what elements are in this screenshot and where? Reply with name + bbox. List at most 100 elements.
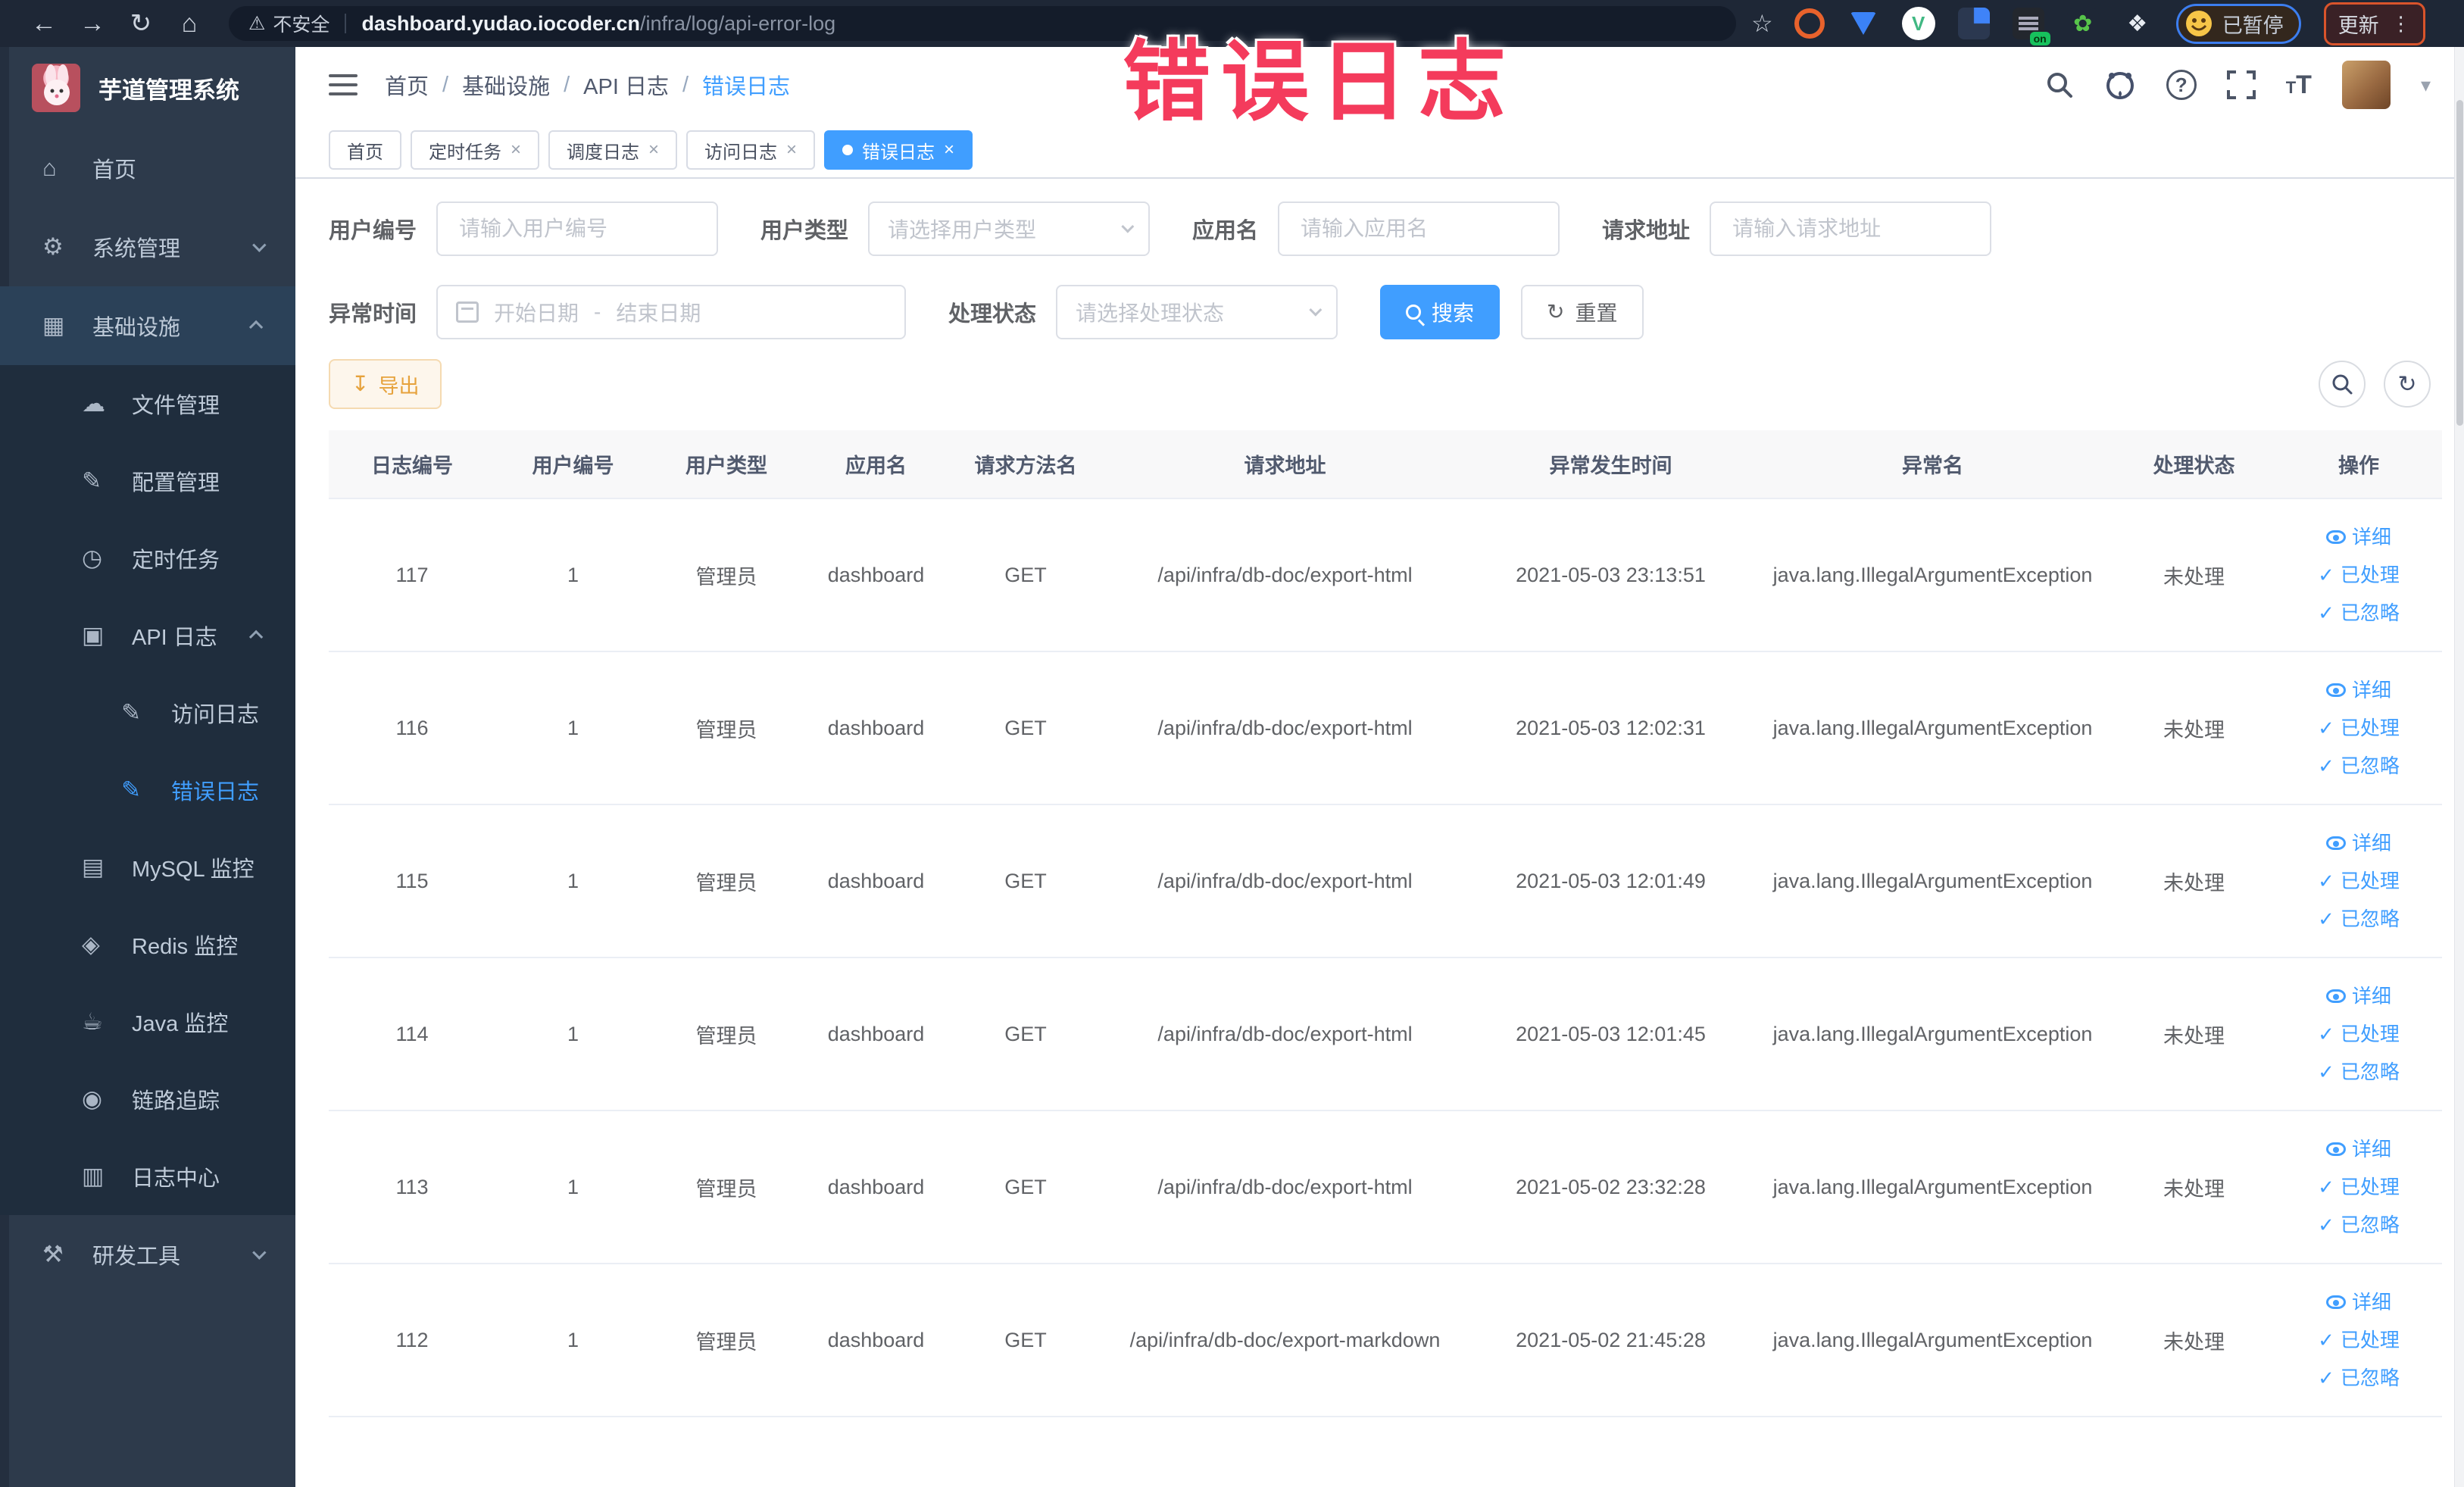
sidebar-item-infrastructure[interactable]: ▦ 基础设施 <box>0 286 295 365</box>
request-url-input[interactable] <box>1710 201 1992 256</box>
browser-menu-icon[interactable]: ⋮ <box>2391 12 2411 36</box>
mark-processed-link[interactable]: ✓ 已处理 <box>2275 1168 2442 1206</box>
detail-link[interactable]: 详细 <box>2275 824 2442 862</box>
scrollbar-thumb[interactable] <box>2456 100 2463 426</box>
browser-home-icon[interactable]: ⌂ <box>165 9 214 39</box>
sidebar-item-error-logs[interactable]: ✎ 错误日志 <box>0 751 295 829</box>
tab-schedule-logs[interactable]: 调度日志 × <box>548 130 678 170</box>
profile-paused-badge[interactable]: 已暂停 <box>2175 3 2301 44</box>
mark-ignored-link[interactable]: ✓ 已忽略 <box>2275 1206 2442 1244</box>
export-button[interactable]: ↧ 导出 <box>329 359 442 409</box>
extension-leaf-icon[interactable]: ✿ <box>2066 8 2099 39</box>
toggle-search-button[interactable] <box>2319 361 2366 408</box>
browser-forward-icon[interactable]: → <box>68 9 117 39</box>
sidebar-item-home[interactable]: ⌂ 首页 <box>0 129 295 208</box>
detail-link[interactable]: 详细 <box>2275 977 2442 1015</box>
search-button[interactable]: 搜索 <box>1380 285 1501 339</box>
sidebar-item-file-management[interactable]: ☁ 文件管理 <box>0 365 295 442</box>
sidebar-item-config-management[interactable]: ✎ 配置管理 <box>0 442 295 520</box>
refresh-table-button[interactable]: ↻ <box>2384 361 2431 408</box>
extension-orange-icon[interactable] <box>1794 8 1825 39</box>
breadcrumb-infrastructure[interactable]: 基础设施 <box>462 69 550 101</box>
sidebar-item-system-management[interactable]: ⚙ 系统管理 <box>0 208 295 286</box>
close-icon[interactable]: × <box>648 139 659 161</box>
github-icon[interactable] <box>2104 70 2136 100</box>
cell-actions: 详细 ✓ 已处理 ✓ 已忽略 <box>2275 498 2442 652</box>
tab-scheduled-tasks[interactable]: 定时任务 × <box>411 130 540 170</box>
sidebar-item-java-monitor[interactable]: ☕ Java 监控 <box>0 983 295 1061</box>
log-document-icon: ▣ <box>82 622 105 648</box>
browser-update-button[interactable]: 更新 ⋮ <box>2323 2 2425 45</box>
user-type-label: 用户类型 <box>760 219 849 243</box>
process-status-select[interactable]: 请选择处理状态 <box>1056 285 1338 339</box>
chevron-up-icon <box>248 629 264 644</box>
sidebar-item-mysql-monitor[interactable]: ▤ MySQL 监控 <box>0 829 295 906</box>
browser-back-icon[interactable]: ← <box>20 9 68 39</box>
detail-link[interactable]: 详细 <box>2275 1283 2442 1321</box>
mark-ignored-link[interactable]: ✓ 已忽略 <box>2275 1359 2442 1397</box>
filter-row-2: 异常时间 开始日期 - 结束日期 处理状态 请选择处理状态 搜索 ↻ 重置 <box>295 285 2464 339</box>
app-name-input[interactable] <box>1278 201 1560 256</box>
detail-link[interactable]: 详细 <box>2275 518 2442 556</box>
search-icon[interactable] <box>2045 70 2074 99</box>
exception-time-range-picker[interactable]: 开始日期 - 结束日期 <box>436 285 907 339</box>
avatar-caret-icon[interactable]: ▾ <box>2421 73 2431 97</box>
close-icon[interactable]: × <box>786 139 797 161</box>
extension-tampermonkey-icon[interactable]: on <box>2012 8 2050 45</box>
cell-exception: java.lang.IllegalArgumentException <box>1753 498 2113 652</box>
sidebar-item-log-center[interactable]: ▥ 日志中心 <box>0 1138 295 1215</box>
close-icon[interactable]: × <box>944 139 954 161</box>
main-content: 首页 / 基础设施 / API 日志 / 错误日志 ? TT ▾ 首页 定时任务… <box>295 47 2464 1487</box>
mark-processed-link[interactable]: ✓ 已处理 <box>2275 1015 2442 1053</box>
extension-grid-icon[interactable] <box>1957 8 1990 39</box>
avatar[interactable] <box>2341 61 2391 109</box>
col-app-name: 应用名 <box>802 430 950 498</box>
user-id-input[interactable] <box>436 201 719 256</box>
user-type-select[interactable]: 请选择用户类型 <box>868 201 1151 256</box>
breadcrumb-error-logs[interactable]: 错误日志 <box>702 69 790 101</box>
sidebar-item-redis-monitor[interactable]: ◈ Redis 监控 <box>0 906 295 983</box>
sidebar-item-trace[interactable]: ◉ 链路追踪 <box>0 1061 295 1138</box>
extension-vue-devtools-icon[interactable]: V <box>1901 7 1935 40</box>
mark-processed-link[interactable]: ✓ 已处理 <box>2275 1321 2442 1359</box>
sidebar-item-scheduled-tasks[interactable]: ◷ 定时任务 <box>0 520 295 597</box>
chevron-down-icon <box>252 1245 267 1260</box>
detail-link[interactable]: 详细 <box>2275 671 2442 709</box>
detail-link[interactable]: 详细 <box>2275 1130 2442 1168</box>
close-icon[interactable]: × <box>511 139 521 161</box>
cell-status: 未处理 <box>2113 804 2275 958</box>
sidebar-item-api-logs[interactable]: ▣ API 日志 <box>0 597 295 674</box>
breadcrumb-api-logs[interactable]: API 日志 <box>583 69 669 101</box>
mark-processed-link[interactable]: ✓ 已处理 <box>2275 862 2442 900</box>
help-icon[interactable]: ? <box>2166 70 2197 100</box>
security-warning[interactable]: ⚠ 不安全 <box>248 10 329 37</box>
mark-ignored-link[interactable]: ✓ 已忽略 <box>2275 900 2442 938</box>
tab-error-logs[interactable]: 错误日志 × <box>824 130 973 170</box>
process-status-label: 处理状态 <box>948 302 1037 326</box>
layers-icon: ◈ <box>82 931 100 957</box>
mark-processed-link[interactable]: ✓ 已处理 <box>2275 709 2442 747</box>
extension-shield-icon[interactable] <box>1847 8 1879 39</box>
bookmark-star-icon[interactable]: ☆ <box>1751 9 1773 38</box>
cell-actions: 详细 ✓ 已处理 ✓ 已忽略 <box>2275 651 2442 805</box>
extensions-puzzle-icon[interactable]: ❖ <box>2122 8 2153 39</box>
mark-ignored-link[interactable]: ✓ 已忽略 <box>2275 1053 2442 1091</box>
breadcrumb-home[interactable]: 首页 <box>385 69 429 101</box>
browser-reload-icon[interactable]: ↻ <box>117 8 165 39</box>
hamburger-icon[interactable] <box>329 68 358 102</box>
sidebar-item-access-logs[interactable]: ✎ 访问日志 <box>0 674 295 751</box>
sidebar-item-dev-tools[interactable]: ⚒ 研发工具 <box>0 1215 295 1294</box>
tab-home[interactable]: 首页 <box>329 130 401 170</box>
mark-ignored-link[interactable]: ✓ 已忽略 <box>2275 747 2442 785</box>
sidebar: 芋道管理系统 ⌂ 首页 ⚙ 系统管理 ▦ 基础设施 ☁ 文件管理 ✎ 配置管理 <box>0 47 295 1487</box>
page-scrollbar[interactable] <box>2454 47 2464 1487</box>
font-size-icon[interactable]: TT <box>2286 70 2312 100</box>
mark-processed-link[interactable]: ✓ 已处理 <box>2275 556 2442 594</box>
reset-button[interactable]: ↻ 重置 <box>1521 285 1644 339</box>
fullscreen-icon[interactable] <box>2226 70 2256 99</box>
tab-access-logs[interactable]: 访问日志 × <box>686 130 816 170</box>
cell-time: 2021-05-03 12:01:49 <box>1469 804 1753 958</box>
logo[interactable]: 芋道管理系统 <box>0 47 295 129</box>
cell-method: GET <box>950 1264 1101 1417</box>
mark-ignored-link[interactable]: ✓ 已忽略 <box>2275 594 2442 632</box>
